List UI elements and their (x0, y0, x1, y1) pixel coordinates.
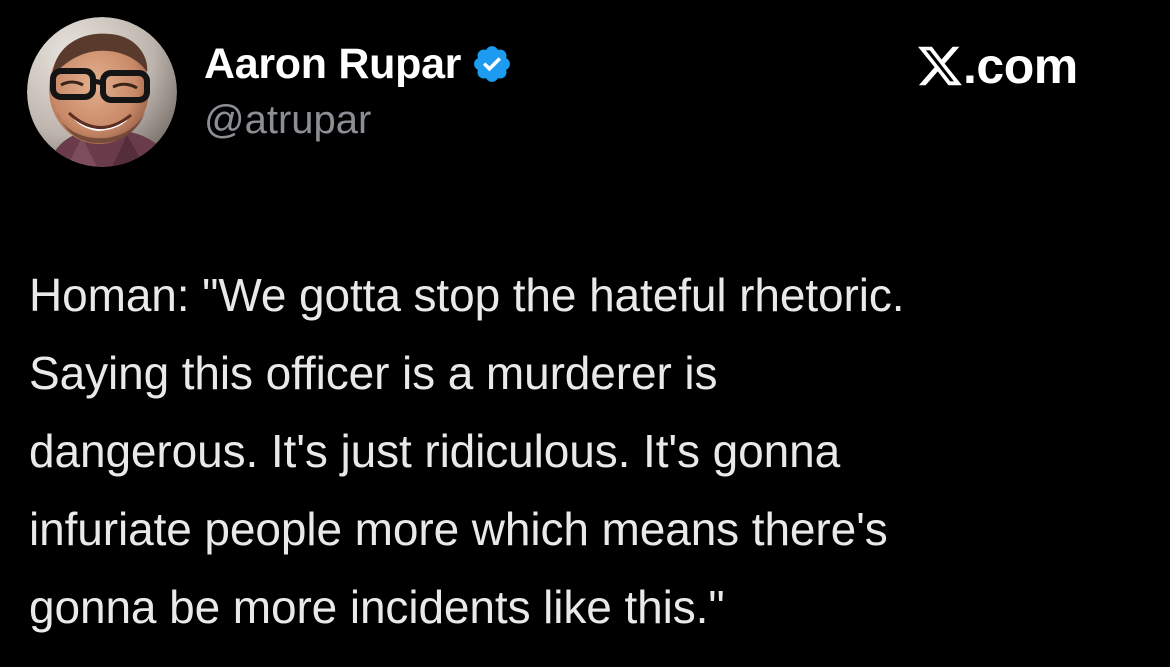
site-domain: .com (963, 38, 1078, 94)
author-name[interactable]: Aaron Rupar (204, 40, 461, 89)
author-name-row: Aaron Rupar (204, 36, 513, 92)
tweet-text: Homan: "We gotta stop the hateful rhetor… (29, 269, 905, 633)
verified-badge-icon (471, 43, 513, 85)
x-logo-icon (918, 43, 962, 89)
site-brand[interactable]: .com (918, 36, 1078, 96)
author-handle[interactable]: @atrupar (204, 98, 371, 143)
tweet-card: Aaron Rupar @atrupar .com Homan: "We got… (0, 0, 1170, 667)
avatar-photo (27, 17, 177, 167)
author-avatar[interactable] (27, 17, 177, 167)
